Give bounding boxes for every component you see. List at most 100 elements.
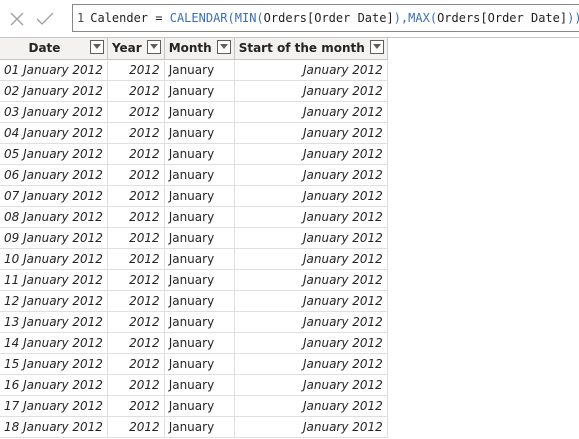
year-cell[interactable]: 2012 bbox=[107, 290, 165, 312]
table-row[interactable]: 14 January 2012 2012 January January 2012 bbox=[0, 332, 388, 354]
year-cell[interactable]: 2012 bbox=[107, 206, 165, 228]
month-cell[interactable]: January bbox=[164, 248, 235, 270]
year-cell[interactable]: 2012 bbox=[107, 248, 165, 270]
table-row[interactable]: 18 January 2012 2012 January January 2012 bbox=[0, 416, 388, 438]
date-cell[interactable]: 04 January 2012 bbox=[0, 122, 108, 144]
table-row[interactable]: 15 January 2012 2012 January January 2012 bbox=[0, 353, 388, 375]
date-cell[interactable]: 13 January 2012 bbox=[0, 311, 108, 333]
year-cell[interactable]: 2012 bbox=[107, 269, 165, 291]
date-cell[interactable]: 05 January 2012 bbox=[0, 143, 108, 165]
table-row[interactable]: 03 January 2012 2012 January January 2012 bbox=[0, 101, 388, 123]
date-cell[interactable]: 07 January 2012 bbox=[0, 185, 108, 207]
month-cell[interactable]: January bbox=[164, 59, 235, 81]
month-cell[interactable]: January bbox=[164, 269, 235, 291]
date-cell[interactable]: 06 January 2012 bbox=[0, 164, 108, 186]
month-cell[interactable]: January bbox=[164, 353, 235, 375]
table-row[interactable]: 17 January 2012 2012 January January 2012 bbox=[0, 395, 388, 417]
month-cell[interactable]: January bbox=[164, 206, 235, 228]
month-cell[interactable]: January bbox=[164, 164, 235, 186]
table-row[interactable]: 04 January 2012 2012 January January 2012 bbox=[0, 122, 388, 144]
year-cell[interactable]: 2012 bbox=[107, 227, 165, 249]
month-cell[interactable]: January bbox=[164, 374, 235, 396]
year-cell[interactable]: 2012 bbox=[107, 185, 165, 207]
table-row[interactable]: 01 January 2012 2012 January January 2012 bbox=[0, 59, 388, 81]
date-cell[interactable]: 18 January 2012 bbox=[0, 416, 108, 438]
date-cell[interactable]: 15 January 2012 bbox=[0, 353, 108, 375]
year-cell[interactable]: 2012 bbox=[107, 164, 165, 186]
chevron-down-icon[interactable] bbox=[146, 40, 161, 54]
table-row[interactable]: 05 January 2012 2012 January January 2012 bbox=[0, 143, 388, 165]
year-cell[interactable]: 2012 bbox=[107, 395, 165, 417]
table-row[interactable]: 09 January 2012 2012 January January 2012 bbox=[0, 227, 388, 249]
month-cell[interactable]: January bbox=[164, 101, 235, 123]
start-of-month-cell[interactable]: January 2012 bbox=[234, 416, 388, 438]
date-cell[interactable]: 03 January 2012 bbox=[0, 101, 108, 123]
table-row[interactable]: 02 January 2012 2012 January January 2012 bbox=[0, 80, 388, 102]
column-header-date[interactable]: Date bbox=[0, 37, 108, 60]
checkmark-icon[interactable] bbox=[34, 8, 56, 30]
table-row[interactable]: 08 January 2012 2012 January January 2012 bbox=[0, 206, 388, 228]
date-cell[interactable]: 16 January 2012 bbox=[0, 374, 108, 396]
chevron-down-icon[interactable] bbox=[89, 40, 104, 54]
year-cell[interactable]: 2012 bbox=[107, 311, 165, 333]
date-cell[interactable]: 10 January 2012 bbox=[0, 248, 108, 270]
year-cell[interactable]: 2012 bbox=[107, 332, 165, 354]
start-of-month-cell[interactable]: January 2012 bbox=[234, 185, 388, 207]
table-row[interactable]: 10 January 2012 2012 January January 2012 bbox=[0, 248, 388, 270]
year-cell[interactable]: 2012 bbox=[107, 353, 165, 375]
date-cell[interactable]: 17 January 2012 bbox=[0, 395, 108, 417]
month-cell[interactable]: January bbox=[164, 416, 235, 438]
month-cell[interactable]: January bbox=[164, 311, 235, 333]
start-of-month-cell[interactable]: January 2012 bbox=[234, 227, 388, 249]
table-row[interactable]: 16 January 2012 2012 January January 2012 bbox=[0, 374, 388, 396]
table-row[interactable]: 06 January 2012 2012 January January 2012 bbox=[0, 164, 388, 186]
month-cell[interactable]: January bbox=[164, 80, 235, 102]
table-row[interactable]: 11 January 2012 2012 January January 2012 bbox=[0, 269, 388, 291]
date-cell[interactable]: 12 January 2012 bbox=[0, 290, 108, 312]
table-row[interactable]: 12 January 2012 2012 January January 2012 bbox=[0, 290, 388, 312]
close-icon[interactable] bbox=[6, 8, 28, 30]
chevron-down-icon[interactable] bbox=[216, 40, 231, 54]
date-cell[interactable]: 08 January 2012 bbox=[0, 206, 108, 228]
start-of-month-cell[interactable]: January 2012 bbox=[234, 311, 388, 333]
month-cell[interactable]: January bbox=[164, 143, 235, 165]
column-header-start-of-month[interactable]: Start of the month bbox=[234, 37, 388, 60]
date-cell[interactable]: 11 January 2012 bbox=[0, 269, 108, 291]
start-of-month-cell[interactable]: January 2012 bbox=[234, 143, 388, 165]
start-of-month-cell[interactable]: January 2012 bbox=[234, 59, 388, 81]
chevron-down-icon[interactable] bbox=[369, 40, 384, 54]
date-cell[interactable]: 02 January 2012 bbox=[0, 80, 108, 102]
date-cell[interactable]: 14 January 2012 bbox=[0, 332, 108, 354]
month-cell[interactable]: January bbox=[164, 185, 235, 207]
month-cell[interactable]: January bbox=[164, 290, 235, 312]
month-cell[interactable]: January bbox=[164, 332, 235, 354]
table-row[interactable]: 13 January 2012 2012 January January 2012 bbox=[0, 311, 388, 333]
year-cell[interactable]: 2012 bbox=[107, 101, 165, 123]
table-row[interactable]: 07 January 2012 2012 January January 2012 bbox=[0, 185, 388, 207]
start-of-month-cell[interactable]: January 2012 bbox=[234, 269, 388, 291]
start-of-month-cell[interactable]: January 2012 bbox=[234, 101, 388, 123]
month-cell[interactable]: January bbox=[164, 395, 235, 417]
column-header-month[interactable]: Month bbox=[164, 37, 235, 60]
date-cell[interactable]: 09 January 2012 bbox=[0, 227, 108, 249]
date-cell[interactable]: 01 January 2012 bbox=[0, 59, 108, 81]
column-header-year[interactable]: Year bbox=[107, 37, 165, 60]
start-of-month-cell[interactable]: January 2012 bbox=[234, 353, 388, 375]
start-of-month-cell[interactable]: January 2012 bbox=[234, 164, 388, 186]
month-cell[interactable]: January bbox=[164, 227, 235, 249]
year-cell[interactable]: 2012 bbox=[107, 143, 165, 165]
formula-input[interactable]: 1 Calender = CALENDAR(MIN(Orders[Order Da… bbox=[72, 4, 579, 32]
start-of-month-cell[interactable]: January 2012 bbox=[234, 122, 388, 144]
month-cell[interactable]: January bbox=[164, 122, 235, 144]
year-cell[interactable]: 2012 bbox=[107, 374, 165, 396]
year-cell[interactable]: 2012 bbox=[107, 122, 165, 144]
year-cell[interactable]: 2012 bbox=[107, 416, 165, 438]
start-of-month-cell[interactable]: January 2012 bbox=[234, 374, 388, 396]
year-cell[interactable]: 2012 bbox=[107, 80, 165, 102]
start-of-month-cell[interactable]: January 2012 bbox=[234, 332, 388, 354]
start-of-month-cell[interactable]: January 2012 bbox=[234, 395, 388, 417]
year-cell[interactable]: 2012 bbox=[107, 59, 165, 81]
start-of-month-cell[interactable]: January 2012 bbox=[234, 206, 388, 228]
start-of-month-cell[interactable]: January 2012 bbox=[234, 290, 388, 312]
start-of-month-cell[interactable]: January 2012 bbox=[234, 80, 388, 102]
